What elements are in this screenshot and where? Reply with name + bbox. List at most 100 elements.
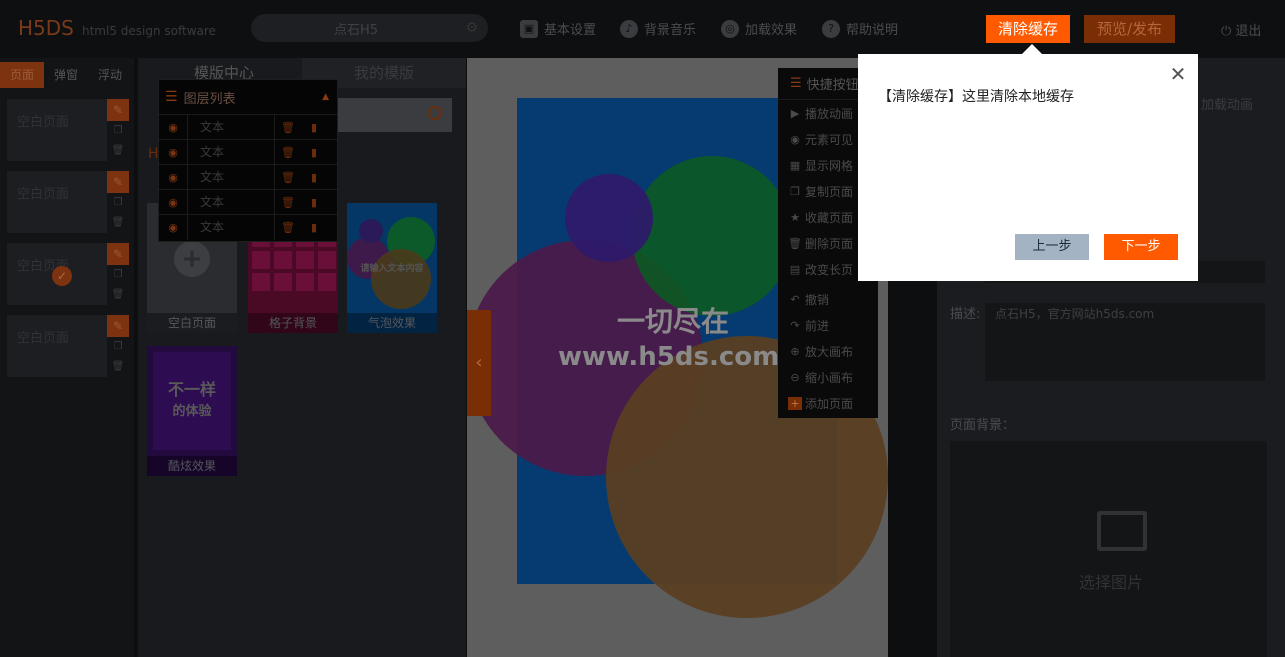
shortcut-undo[interactable]: ↶ 撤销 bbox=[778, 286, 878, 312]
shortcut-add-page[interactable]: + 添加页面 bbox=[778, 390, 878, 416]
eye-icon[interactable]: ◉ bbox=[159, 171, 187, 184]
layer-list-popup: ☰ 图层列表 ▲ ◉ 文本 🗑 ▮ ◉ 文本 🗑 ▮ ◉ 文本 🗑 ▮ ◉ 文本 🗑 ▮ ◉ 文本 🗑 ▮ bbox=[158, 79, 338, 242]
description-label: 描述: bbox=[950, 307, 981, 322]
copy-icon[interactable]: ▮ bbox=[301, 146, 327, 159]
copy-icon[interactable]: ▮ bbox=[301, 196, 327, 209]
trash-icon[interactable]: 🗑 bbox=[275, 221, 301, 234]
menu-help[interactable]: ? 帮助说明 bbox=[822, 19, 898, 38]
dialog-pointer bbox=[1022, 44, 1042, 54]
gear-icon[interactable]: ⚙ bbox=[465, 20, 478, 36]
page-tools: ✎ ❐ 🗑 bbox=[107, 243, 129, 305]
template-card-cool[interactable]: 不一样 的体验 酷炫效果 bbox=[147, 346, 237, 476]
image-icon bbox=[1097, 511, 1147, 551]
menu-load-effect[interactable]: ◎ 加载效果 bbox=[721, 19, 797, 38]
next-step-button[interactable]: 下一步 bbox=[1104, 234, 1178, 260]
layer-row[interactable]: ◉ 文本 🗑 ▮ bbox=[159, 214, 337, 240]
layer-row[interactable]: ◉ 文本 🗑 ▮ bbox=[159, 189, 337, 215]
menu-label: 加载效果 bbox=[745, 23, 798, 38]
shortcut-label: 放大画布 bbox=[805, 344, 854, 359]
shortcut-title: 快捷按钮 bbox=[806, 78, 859, 93]
eye-icon[interactable]: ◉ bbox=[159, 146, 187, 159]
trash-icon: 🗑 bbox=[788, 236, 802, 250]
shortcut-zoom-in[interactable]: ⊕ 放大画布 bbox=[778, 338, 878, 364]
eye-icon: ◉ bbox=[790, 132, 800, 146]
layer-list-header[interactable]: ☰ 图层列表 ▲ bbox=[159, 80, 337, 114]
trash-icon[interactable]: 🗑 bbox=[275, 196, 301, 209]
power-icon: ⏻ bbox=[1221, 24, 1236, 39]
tab-load-animation[interactable]: 加载动画 bbox=[1201, 94, 1253, 113]
edit-icon[interactable]: ✎ bbox=[107, 99, 129, 121]
shortcut-label: 添加页面 bbox=[805, 396, 854, 411]
trash-icon[interactable]: 🗑 bbox=[107, 141, 129, 161]
template-category-marker: H bbox=[148, 146, 159, 162]
page-thumbnail[interactable]: 空白页面 bbox=[7, 99, 107, 161]
logout-label: 退出 bbox=[1235, 24, 1262, 39]
menu-basic-settings[interactable]: ▣ 基本设置 bbox=[520, 19, 596, 38]
layer-name: 文本 bbox=[187, 114, 275, 140]
choose-image-label: 选择图片 bbox=[1078, 573, 1143, 592]
stage-text[interactable]: 一切尽在 bbox=[617, 300, 729, 340]
page-label: 空白页面 bbox=[17, 331, 70, 346]
description-field[interactable]: 点石H5，官方网站h5ds.com bbox=[985, 303, 1265, 381]
copy-icon[interactable]: ❐ bbox=[107, 265, 129, 285]
trash-icon[interactable]: 🗑 bbox=[107, 357, 129, 377]
page-list-panel: 页面 弹窗 浮动 空白页面 ✎ ❐ 🗑 空白页面 ✎ ❐ 🗑 空白页面 ✓ ✎ ❐… bbox=[0, 58, 134, 657]
eye-icon[interactable]: ◉ bbox=[159, 121, 187, 134]
layer-row[interactable]: ◉ 文本 🗑 ▮ bbox=[159, 114, 337, 140]
trash-icon[interactable]: 🗑 bbox=[107, 213, 129, 233]
edit-icon[interactable]: ✎ bbox=[107, 243, 129, 265]
previous-step-button[interactable]: 上一步 bbox=[1015, 234, 1089, 260]
search-icon[interactable] bbox=[428, 106, 442, 120]
close-icon[interactable]: ✕ bbox=[1168, 64, 1188, 84]
dialog-message: 【清除缓存】这里清除本地缓存 bbox=[878, 89, 1074, 105]
choose-image-box[interactable]: 选择图片 bbox=[950, 441, 1267, 657]
bubble-shape[interactable] bbox=[632, 156, 792, 316]
project-name-field[interactable]: 点石H5 ⚙ bbox=[251, 14, 488, 42]
trash-icon[interactable]: 🗑 bbox=[275, 121, 301, 134]
shortcut-label: 元素可见 bbox=[805, 132, 854, 147]
clear-cache-button[interactable]: 清除缓存 bbox=[986, 15, 1070, 43]
caret-up-icon[interactable]: ▲ bbox=[322, 92, 329, 102]
tab-floating[interactable]: 浮动 bbox=[88, 62, 132, 88]
undo-icon: ↶ bbox=[790, 292, 800, 306]
tab-pages[interactable]: 页面 bbox=[0, 62, 44, 88]
trash-icon[interactable]: 🗑 bbox=[107, 285, 129, 305]
trash-icon[interactable]: 🗑 bbox=[275, 171, 301, 184]
tab-popups[interactable]: 弹窗 bbox=[44, 62, 88, 88]
chevron-left-icon[interactable]: ‹ bbox=[467, 310, 491, 416]
copy-icon[interactable]: ❐ bbox=[107, 193, 129, 213]
redo-icon: ↷ bbox=[790, 318, 800, 332]
template-card-bubble[interactable]: 请输入文本内容 气泡效果 bbox=[347, 203, 437, 333]
copy-icon[interactable]: ▮ bbox=[301, 221, 327, 234]
page-thumbnail-selected[interactable]: 空白页面 ✓ bbox=[7, 243, 107, 305]
eye-icon[interactable]: ◉ bbox=[159, 196, 187, 209]
shortcut-redo[interactable]: ↷ 前进 bbox=[778, 312, 878, 338]
preview-publish-button[interactable]: 预览/发布 bbox=[1084, 15, 1175, 43]
edit-icon[interactable]: ✎ bbox=[107, 171, 129, 193]
copy-icon[interactable]: ❐ bbox=[107, 121, 129, 141]
page-thumbnail[interactable]: 空白页面 bbox=[7, 315, 107, 377]
copy-icon[interactable]: ▮ bbox=[301, 121, 327, 134]
help-icon: ? bbox=[822, 19, 840, 38]
page-thumbnail[interactable]: 空白页面 bbox=[7, 171, 107, 233]
edit-icon[interactable]: ✎ bbox=[107, 315, 129, 337]
eye-icon[interactable]: ◉ bbox=[159, 221, 187, 234]
template-search-input[interactable] bbox=[333, 98, 452, 132]
shortcut-zoom-out[interactable]: ⊖ 缩小画布 bbox=[778, 364, 878, 390]
logout-button[interactable]: ⏻ 退出 bbox=[1221, 20, 1261, 39]
shortcut-label: 缩小画布 bbox=[805, 370, 854, 385]
shortcut-label: 播放动画 bbox=[805, 106, 854, 121]
list-icon: ☰ bbox=[790, 76, 802, 91]
copy-icon[interactable]: ▮ bbox=[301, 171, 327, 184]
layer-name: 文本 bbox=[187, 189, 275, 215]
page-label: 空白页面 bbox=[17, 187, 70, 202]
trash-icon[interactable]: 🗑 bbox=[275, 146, 301, 159]
bubble-shape[interactable] bbox=[565, 174, 653, 262]
shortcut-label: 前进 bbox=[805, 318, 830, 333]
layer-row[interactable]: ◉ 文本 🗑 ▮ bbox=[159, 164, 337, 190]
stage-text[interactable]: www.h5ds.com bbox=[558, 342, 779, 372]
layer-row[interactable]: ◉ 文本 🗑 ▮ bbox=[159, 139, 337, 165]
menu-bg-music[interactable]: ♪ 背景音乐 bbox=[620, 19, 696, 38]
copy-icon[interactable]: ❐ bbox=[107, 337, 129, 357]
page-tools: ✎ ❐ 🗑 bbox=[107, 171, 129, 233]
